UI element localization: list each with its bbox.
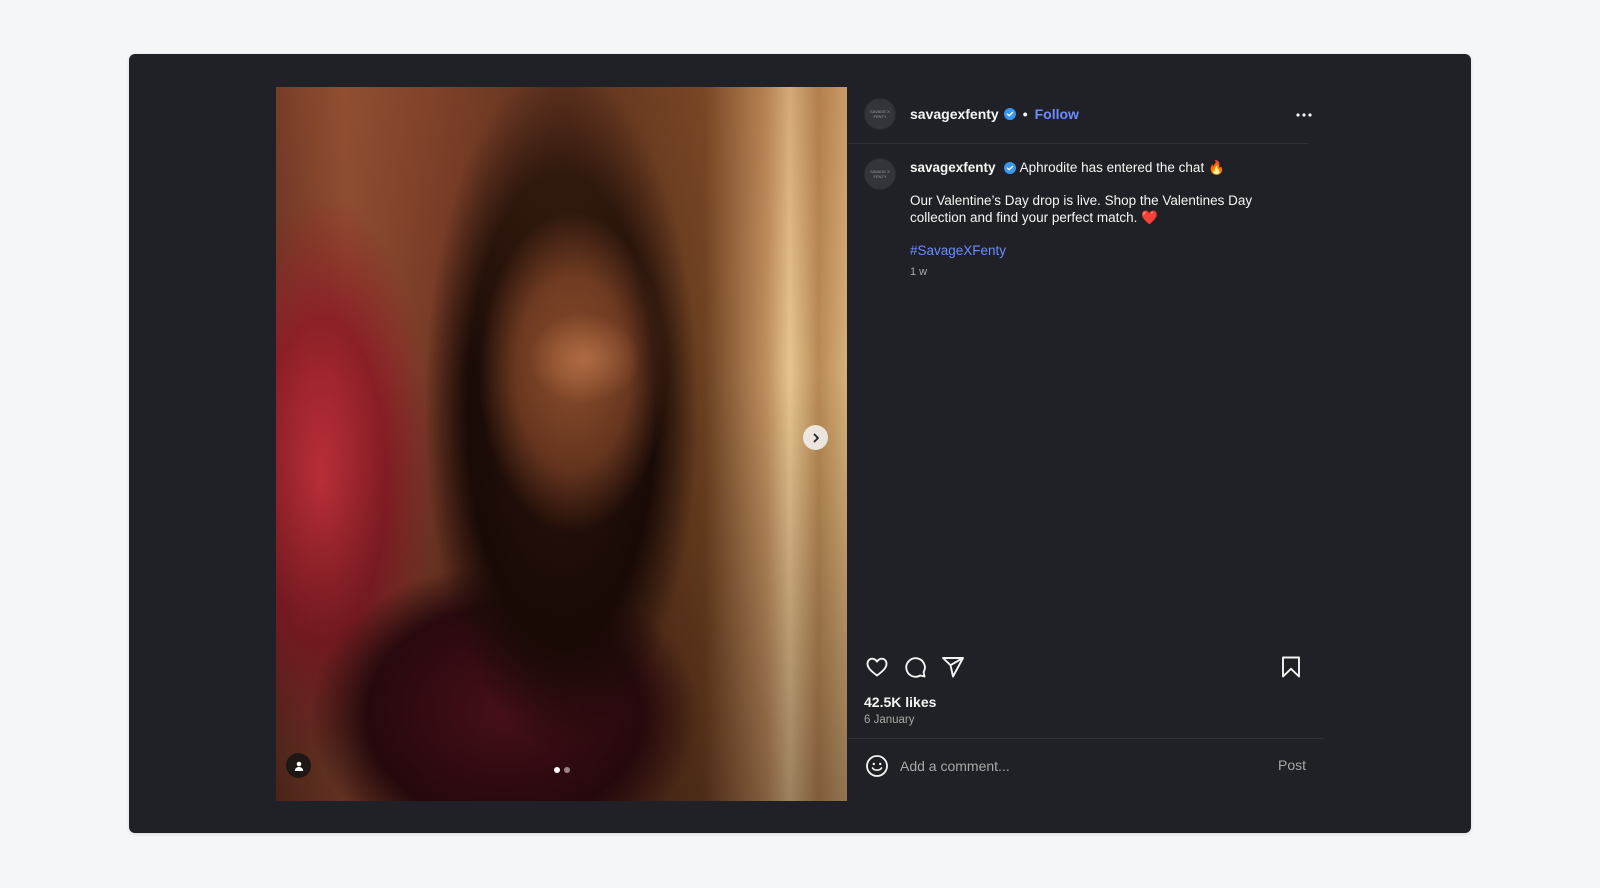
caption-avatar[interactable]: SAVAGE X FENTY	[864, 158, 896, 190]
follow-button[interactable]: Follow	[1035, 106, 1079, 122]
action-bar	[864, 654, 1304, 680]
verified-badge-icon	[1003, 161, 1016, 174]
post-comment-button[interactable]: Post	[1278, 757, 1306, 773]
send-icon	[942, 657, 964, 678]
caption-headline: Aphrodite has entered the chat 🔥	[1019, 160, 1225, 175]
username-link[interactable]: savagexfenty	[910, 106, 999, 122]
like-button[interactable]	[864, 654, 890, 680]
comment-button[interactable]	[902, 654, 928, 680]
post-caption: savagexfenty Aphrodite has entered the c…	[910, 159, 1270, 281]
next-slide-button[interactable]	[803, 425, 828, 450]
carousel-indicator	[276, 767, 847, 773]
verified-badge-icon	[1003, 108, 1016, 120]
hashtag-link[interactable]: #SavageXFenty	[910, 242, 1270, 259]
more-horizontal-icon	[1296, 113, 1312, 117]
avatar-text: SAVAGE X FENTY	[870, 169, 890, 179]
save-button[interactable]	[1278, 654, 1304, 680]
comment-bar: Post	[848, 738, 1324, 801]
caption-body: Our Valentine’s Day drop is live. Shop t…	[910, 193, 1253, 225]
share-button[interactable]	[940, 654, 966, 680]
caption-username-link[interactable]: savagexfenty	[910, 159, 996, 176]
carousel-dot-active	[553, 767, 560, 773]
caption-headline-row: savagexfenty Aphrodite has entered the c…	[910, 159, 1270, 176]
post-photo	[276, 87, 847, 801]
post-header: SAVAGE X FENTY savagexfenty • Follow	[848, 87, 1312, 144]
tagged-users-button[interactable]	[286, 753, 311, 778]
carousel-dot	[563, 767, 570, 773]
smiley-icon	[865, 754, 888, 777]
comment-icon	[905, 657, 926, 678]
avatar-text: SAVAGE X FENTY	[870, 109, 890, 119]
more-options-button[interactable]	[1294, 105, 1314, 125]
post-media[interactable]	[276, 87, 847, 801]
caption-age: 1 w	[910, 266, 928, 278]
heart-icon	[866, 657, 888, 677]
emoji-button[interactable]	[864, 753, 889, 778]
post-side-panel: SAVAGE X FENTY savagexfenty • Follow SAV…	[848, 87, 1324, 801]
post-modal: SAVAGE X FENTY savagexfenty • Follow SAV…	[129, 54, 1471, 833]
post-date: 6 January	[864, 714, 915, 726]
header-account: savagexfenty • Follow	[910, 106, 1079, 122]
bookmark-icon	[1282, 656, 1300, 678]
comment-input[interactable]	[900, 753, 1250, 778]
separator-dot: •	[1022, 106, 1028, 122]
avatar[interactable]: SAVAGE X FENTY	[864, 98, 896, 130]
chevron-right-icon	[813, 433, 819, 442]
likes-count[interactable]: 42.5K likes	[864, 694, 936, 710]
